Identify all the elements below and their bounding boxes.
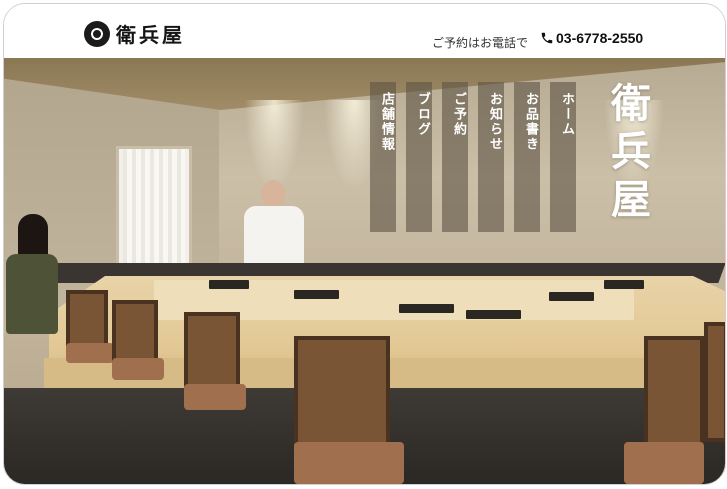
- logo-text: 衛兵屋: [116, 23, 185, 47]
- chair-seat: [624, 442, 704, 484]
- chair-seat: [184, 384, 246, 410]
- crest-logo-icon: [84, 20, 110, 47]
- chair: [294, 336, 390, 446]
- nav-item-shop-info[interactable]: 店舗情報: [370, 82, 396, 232]
- nav-item-news[interactable]: お知らせ: [478, 82, 504, 232]
- phone-icon: [541, 32, 553, 44]
- chair: [704, 322, 725, 442]
- chair-seat: [112, 358, 164, 380]
- phone-number: 03-6778-2550: [556, 30, 644, 46]
- curtained-doorway: [116, 146, 192, 271]
- counter-tray: [294, 290, 339, 299]
- phone-link[interactable]: 03-6778-2550: [540, 30, 643, 46]
- chair-seat: [294, 442, 404, 484]
- nav-item-blog[interactable]: ブログ: [406, 82, 432, 232]
- chair: [66, 290, 108, 348]
- customer-figure: [6, 214, 61, 339]
- counter-tray: [209, 280, 249, 289]
- hero-brand-title: 衛兵屋: [604, 82, 651, 226]
- reservation-label: ご予約はお電話で: [432, 36, 529, 50]
- chair: [184, 312, 240, 388]
- chair-seat: [66, 343, 114, 363]
- ceiling-light: [244, 100, 304, 190]
- page-frame: 衛兵屋 ご予約はお電話で 03-6778-2550 店舗情報 ブログ ご予約 お…: [3, 3, 726, 485]
- nav-item-home[interactable]: ホーム: [550, 82, 576, 232]
- chair: [644, 336, 704, 446]
- counter-tray: [399, 304, 454, 313]
- counter-tray: [549, 292, 594, 301]
- nav-item-reservation[interactable]: ご予約: [442, 82, 468, 232]
- site-header: 衛兵屋 ご予約はお電話で 03-6778-2550: [4, 4, 725, 58]
- chair: [112, 300, 158, 362]
- site-logo[interactable]: 衛兵屋: [84, 19, 185, 48]
- counter-tray: [604, 280, 644, 289]
- main-nav: 店舗情報 ブログ ご予約 お知らせ お品書き ホーム: [370, 82, 576, 232]
- counter-tray: [466, 310, 521, 319]
- hero-image: 店舗情報 ブログ ご予約 お知らせ お品書き ホーム 衛兵屋: [4, 58, 725, 484]
- nav-item-menu[interactable]: お品書き: [514, 82, 540, 232]
